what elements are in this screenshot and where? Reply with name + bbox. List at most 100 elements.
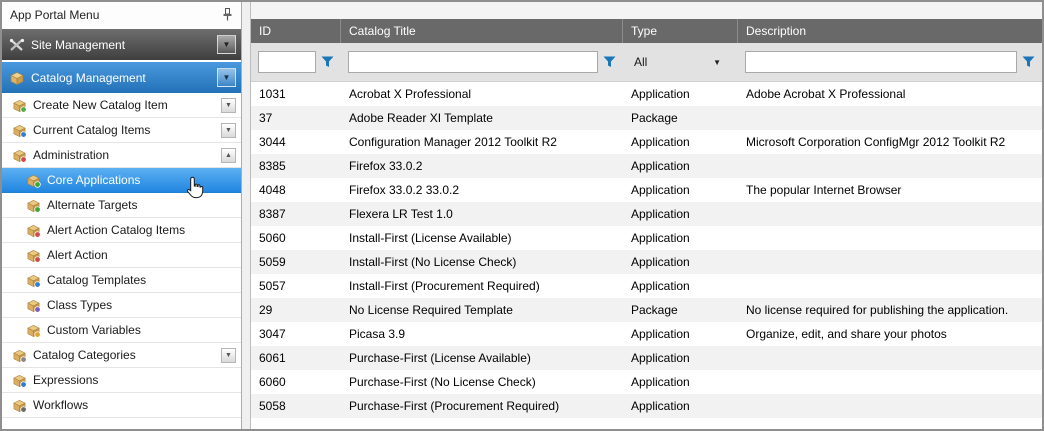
- sidebar-item-custom-variables[interactable]: Custom Variables: [2, 318, 241, 343]
- catalog-title-filter-input[interactable]: [348, 51, 598, 73]
- expressions-icon: [12, 373, 27, 388]
- description-filter-cell: [738, 43, 1042, 81]
- cell-description: [738, 274, 1042, 298]
- cell-id: 5059: [251, 250, 341, 274]
- cell-id: 3047: [251, 322, 341, 346]
- cell-description: [738, 202, 1042, 226]
- cell-description: The popular Internet Browser: [738, 178, 1042, 202]
- table-row[interactable]: 5060Install-First (License Available)App…: [251, 226, 1042, 250]
- column-header-description[interactable]: Description: [738, 19, 1042, 43]
- catalog-management-icon: [9, 70, 25, 86]
- cell-description: Organize, edit, and share your photos: [738, 322, 1042, 346]
- alternate-targets-icon: [26, 198, 41, 213]
- cell-title: No License Required Template: [341, 298, 623, 322]
- sidebar-titlebar: App Portal Menu: [2, 2, 241, 27]
- cell-title: Picasa 3.9: [341, 322, 623, 346]
- cell-type: Application: [623, 178, 738, 202]
- sidebar-item-label: Alternate Targets: [47, 198, 236, 212]
- current-catalog-items-icon: [12, 123, 27, 138]
- cell-type: Application: [623, 154, 738, 178]
- sidebar-section-catalog-management[interactable]: Catalog Management ▼: [2, 62, 241, 93]
- cell-id: 5057: [251, 274, 341, 298]
- sidebar-item-catalog-templates[interactable]: Catalog Templates: [2, 268, 241, 293]
- sidebar-item-label: Alert Action Catalog Items: [47, 223, 236, 237]
- table-row[interactable]: 6061Purchase-First (License Available)Ap…: [251, 346, 1042, 370]
- table-row[interactable]: 37Adobe Reader XI TemplatePackage: [251, 106, 1042, 130]
- catalog-grid: ID Catalog Title Type Description All: [250, 2, 1042, 429]
- sidebar-title: App Portal Menu: [10, 8, 99, 22]
- grid-header-row: ID Catalog Title Type Description: [251, 19, 1042, 43]
- id-filter-input[interactable]: [258, 51, 316, 73]
- table-row[interactable]: 8387Flexera LR Test 1.0Application: [251, 202, 1042, 226]
- table-row[interactable]: 3047Picasa 3.9ApplicationOrganize, edit,…: [251, 322, 1042, 346]
- section-label: Site Management: [31, 38, 211, 52]
- sidebar-item-workflows[interactable]: Workflows: [2, 393, 241, 418]
- sidebar-item-class-types[interactable]: Class Types: [2, 293, 241, 318]
- sidebar-section-site-management[interactable]: Site Management ▼: [2, 29, 241, 60]
- cell-id: 8385: [251, 154, 341, 178]
- cell-id: 4048: [251, 178, 341, 202]
- catalog-management-expand-button[interactable]: ▼: [217, 68, 236, 87]
- table-row[interactable]: 5057Install-First (Procurement Required)…: [251, 274, 1042, 298]
- cell-title: Install-First (Procurement Required): [341, 274, 623, 298]
- cell-type: Application: [623, 82, 738, 106]
- cell-type: Package: [623, 106, 738, 130]
- column-header-catalog-title[interactable]: Catalog Title: [341, 19, 623, 43]
- create-new-catalog-item-expand-button[interactable]: ▼: [221, 98, 236, 113]
- cell-description: [738, 346, 1042, 370]
- cell-type: Application: [623, 250, 738, 274]
- current-catalog-items-expand-button[interactable]: ▼: [221, 123, 236, 138]
- site-management-expand-button[interactable]: ▼: [217, 35, 236, 54]
- cell-id: 29: [251, 298, 341, 322]
- alert-action-icon: [26, 248, 41, 263]
- sidebar-item-alert-action-catalog-items[interactable]: Alert Action Catalog Items: [2, 218, 241, 243]
- sidebar-item-administration[interactable]: Administration ▲: [2, 143, 241, 168]
- create-new-catalog-item-icon: [12, 98, 27, 113]
- id-filter-funnel-icon[interactable]: [321, 56, 334, 68]
- catalog-title-filter-funnel-icon[interactable]: [603, 56, 616, 68]
- cell-description: [738, 250, 1042, 274]
- cell-description: [738, 154, 1042, 178]
- description-filter-funnel-icon[interactable]: [1022, 56, 1035, 68]
- sidebar-item-core-applications[interactable]: Core Applications: [2, 168, 241, 193]
- sidebar-item-label: Custom Variables: [47, 323, 236, 337]
- administration-expand-button[interactable]: ▲: [221, 148, 236, 163]
- sidebar-item-label: Administration: [33, 148, 215, 162]
- catalog-categories-icon: [12, 348, 27, 363]
- app-portal-window: App Portal Menu Site Management ▼: [0, 0, 1044, 431]
- cell-type: Application: [623, 130, 738, 154]
- column-header-type[interactable]: Type: [623, 19, 738, 43]
- cell-id: 5060: [251, 226, 341, 250]
- table-row[interactable]: 8385Firefox 33.0.2Application: [251, 154, 1042, 178]
- sidebar-item-alternate-targets[interactable]: Alternate Targets: [2, 193, 241, 218]
- table-row[interactable]: 5059Install-First (No License Check)Appl…: [251, 250, 1042, 274]
- catalog-categories-expand-button[interactable]: ▼: [221, 348, 236, 363]
- cell-title: Firefox 33.0.2: [341, 154, 623, 178]
- sidebar-tree: Create New Catalog Item▼Current Catalog …: [2, 93, 241, 418]
- cell-id: 8387: [251, 202, 341, 226]
- table-row[interactable]: 29No License Required TemplatePackageNo …: [251, 298, 1042, 322]
- sidebar-splitter[interactable]: [242, 2, 250, 429]
- column-header-id[interactable]: ID: [251, 19, 341, 43]
- description-filter-input[interactable]: [745, 51, 1017, 73]
- table-row[interactable]: 3044Configuration Manager 2012 Toolkit R…: [251, 130, 1042, 154]
- sidebar-item-expressions[interactable]: Expressions: [2, 368, 241, 393]
- type-filter-dropdown[interactable]: All ▼: [630, 51, 731, 73]
- table-row[interactable]: 1031Acrobat X ProfessionalApplicationAdo…: [251, 82, 1042, 106]
- sidebar-item-label: Alert Action: [47, 248, 236, 262]
- sidebar-item-label: Catalog Templates: [47, 273, 236, 287]
- table-row[interactable]: 5058Purchase-First (Procurement Required…: [251, 394, 1042, 418]
- sidebar-item-current-catalog-items[interactable]: Current Catalog Items▼: [2, 118, 241, 143]
- sidebar-item-catalog-categories[interactable]: Catalog Categories▼: [2, 343, 241, 368]
- sidebar-item-create-new-catalog-item[interactable]: Create New Catalog Item▼: [2, 93, 241, 118]
- pin-icon[interactable]: [222, 8, 233, 21]
- sidebar-panel: App Portal Menu Site Management ▼: [2, 2, 242, 429]
- cell-description: Microsoft Corporation ConfigMgr 2012 Too…: [738, 130, 1042, 154]
- catalog-templates-icon: [26, 273, 41, 288]
- core-applications-icon: [26, 173, 41, 188]
- site-management-icon: [9, 38, 25, 52]
- cell-type: Application: [623, 226, 738, 250]
- table-row[interactable]: 6060Purchase-First (No License Check)App…: [251, 370, 1042, 394]
- table-row[interactable]: 4048Firefox 33.0.2 33.0.2ApplicationThe …: [251, 178, 1042, 202]
- sidebar-item-alert-action[interactable]: Alert Action: [2, 243, 241, 268]
